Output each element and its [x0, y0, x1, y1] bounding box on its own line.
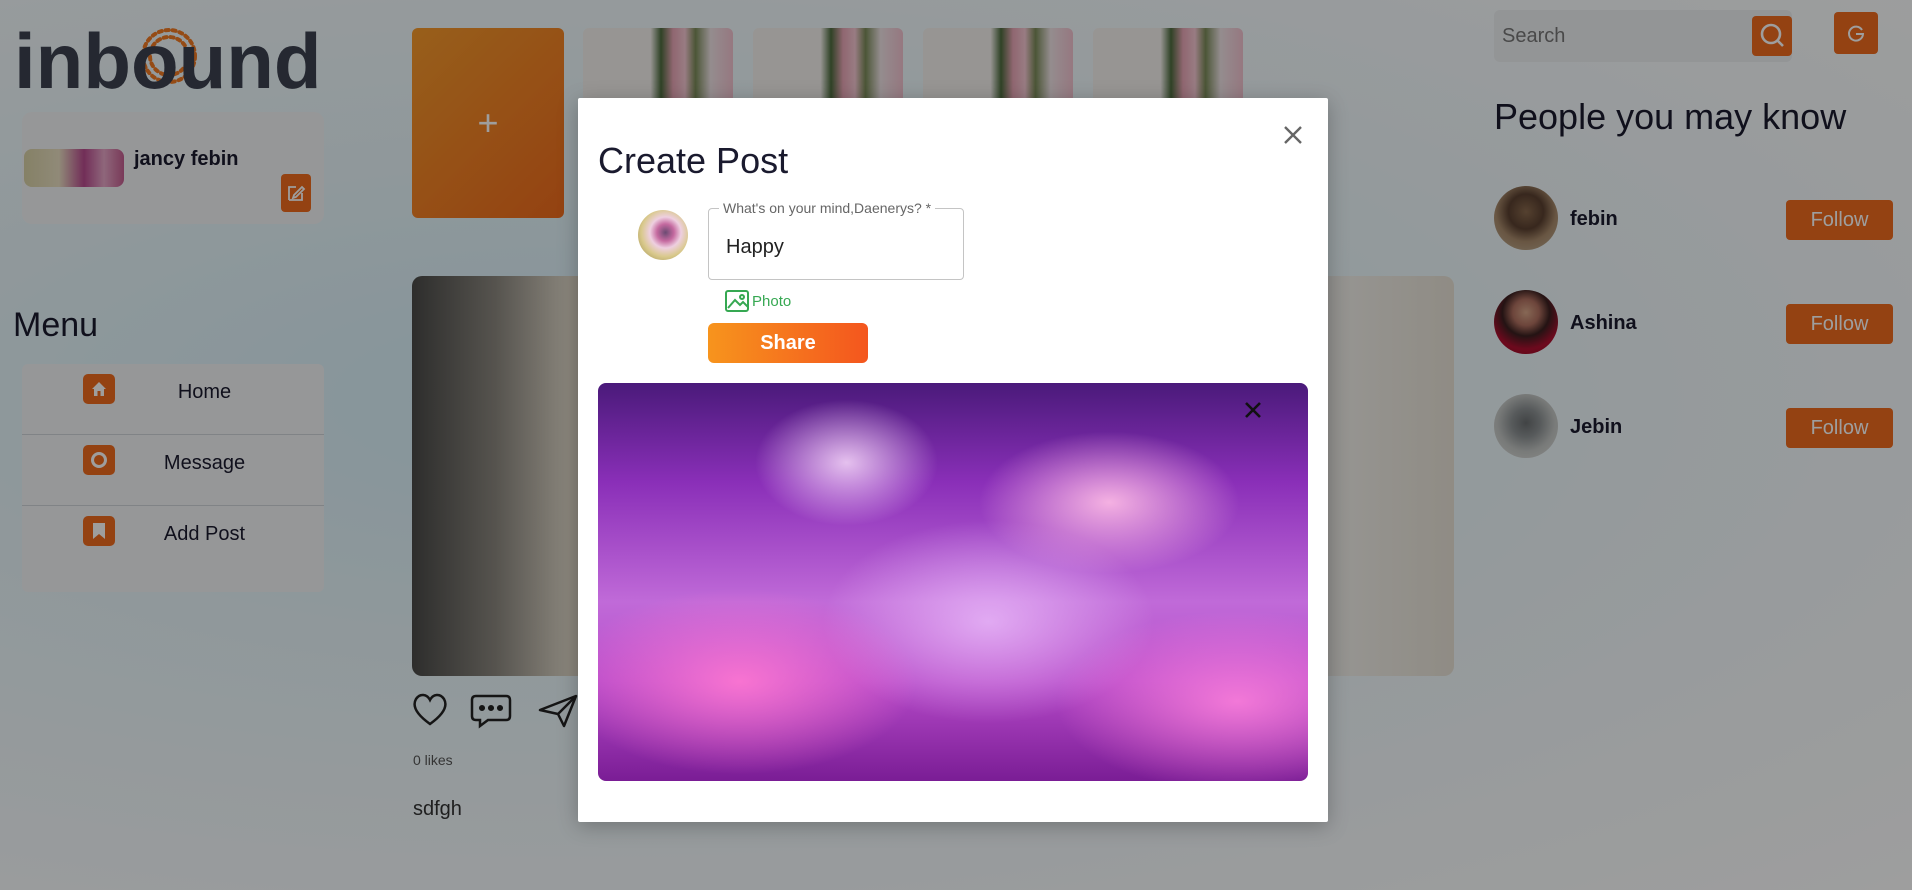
- dialog-title: Create Post: [598, 140, 789, 181]
- remove-photo-button[interactable]: [1238, 395, 1268, 425]
- photo-label: Photo: [752, 292, 792, 310]
- avatar: [638, 210, 688, 260]
- add-photo-button[interactable]: Photo: [724, 288, 791, 314]
- share-button[interactable]: Share: [708, 323, 868, 363]
- dialog-close-button[interactable]: [1278, 120, 1308, 150]
- post-text-input[interactable]: [709, 227, 963, 267]
- close-icon: [1245, 402, 1261, 418]
- photo-preview: [598, 383, 1308, 781]
- post-text-label: What's on your mind,Daenerys? *: [719, 200, 936, 216]
- image-icon: [725, 290, 749, 312]
- post-text-field: What's on your mind,Daenerys? *: [708, 200, 964, 280]
- close-icon: [1284, 126, 1302, 144]
- create-post-dialog: Create Post What's on your mind,Daenerys…: [578, 98, 1328, 822]
